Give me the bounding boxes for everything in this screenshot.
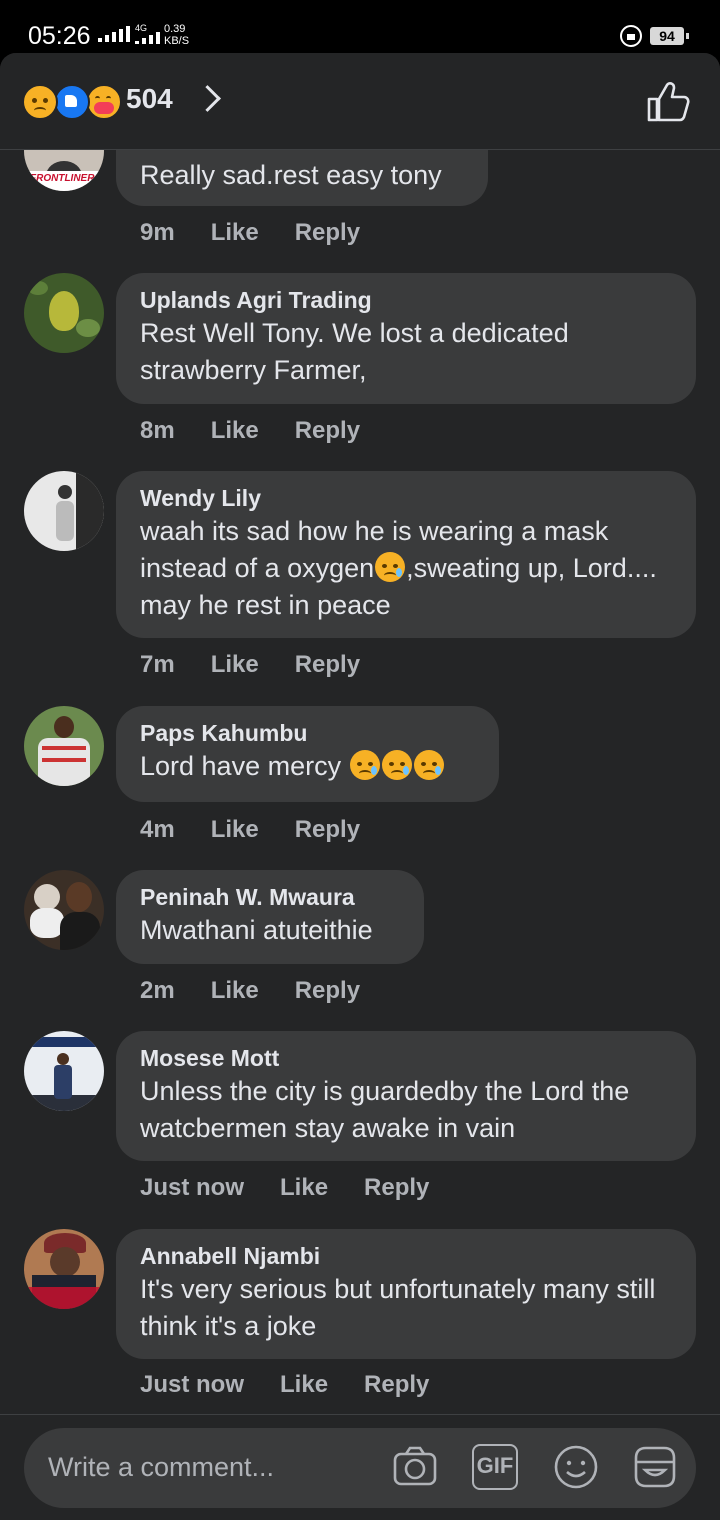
comment-text: Really sad.rest easy tony: [140, 160, 442, 190]
comment-text: It's very serious but unfortunately many…: [140, 1274, 656, 1341]
comment-bubble[interactable]: Peninah W. Mwaura Mwathani atuteithie: [116, 870, 424, 964]
sticker-icon[interactable]: [632, 1444, 678, 1490]
status-time: 05:26: [28, 22, 91, 50]
commenter-name[interactable]: Peninah W. Mwaura: [140, 882, 400, 912]
commenter-name[interactable]: Annabell Njambi: [140, 1241, 672, 1271]
avatar[interactable]: [24, 273, 104, 353]
avatar[interactable]: [24, 870, 104, 950]
avatar[interactable]: [24, 1229, 104, 1309]
care-emoji-icon: [86, 84, 122, 120]
comment-time: 9m: [140, 219, 175, 246]
speed-unit: KB/S: [164, 35, 190, 47]
comment-time: Just now: [140, 1174, 245, 1201]
comment-composer-bar: Write a comment... GIF: [0, 1414, 720, 1520]
comment-text: Mwathani atuteithie: [140, 915, 373, 945]
speed-value: 0.39: [164, 23, 186, 35]
commenter-name[interactable]: Mosese Mott: [140, 1043, 672, 1073]
like-button[interactable]: Like: [280, 1371, 328, 1398]
sad-tear-emoji-icon: [381, 750, 412, 780]
emoji-picker-icon[interactable]: [553, 1444, 599, 1490]
like-button[interactable]: Like: [211, 219, 259, 246]
reply-button[interactable]: Reply: [295, 219, 360, 246]
network-speed: 0.39 KB/S: [164, 23, 189, 47]
comment-text: waah its sad how he is wearing a mask in…: [140, 513, 672, 624]
reply-button[interactable]: Reply: [364, 1371, 429, 1398]
comment-meta: Just now Like Reply: [140, 1371, 465, 1399]
sad-emoji-icon: [22, 84, 58, 120]
comment-text: Rest Well Tony. We lost a dedicated stra…: [140, 318, 569, 385]
signal-icon-2: [135, 32, 160, 44]
reply-button[interactable]: Reply: [295, 977, 360, 1004]
comment-time: Just now: [140, 1371, 245, 1398]
thumbs-up-icon[interactable]: [646, 81, 690, 123]
comment-meta: 8m Like Reply: [140, 417, 396, 445]
reply-button[interactable]: Reply: [295, 651, 360, 678]
sad-tear-emoji-icon: [413, 750, 444, 780]
like-reaction-icon: [54, 84, 90, 120]
reply-button[interactable]: Reply: [295, 417, 360, 444]
chevron-right-icon[interactable]: [194, 85, 221, 112]
sad-tear-emoji-icon: [349, 750, 380, 780]
comment-meta: 2m Like Reply: [140, 977, 396, 1005]
comment-time: 7m: [140, 651, 175, 678]
reply-button[interactable]: Reply: [295, 816, 360, 843]
like-button[interactable]: Like: [211, 651, 259, 678]
comment-time: 2m: [140, 977, 175, 1004]
rotation-lock-icon: [620, 25, 642, 47]
signal-icon: [98, 26, 130, 42]
commenter-name[interactable]: Paps Kahumbu: [140, 718, 475, 748]
like-button[interactable]: Like: [211, 816, 259, 843]
status-bar: 05:26 4G 0.39 KB/S 94: [0, 0, 720, 58]
comment-text-part: Lord have mercy: [140, 751, 349, 781]
comment-time: 4m: [140, 816, 175, 843]
reaction-bar[interactable]: 504: [0, 53, 720, 150]
comment-text: Lord have mercy: [140, 748, 475, 785]
battery-icon: 94: [650, 27, 689, 45]
comment-text: Unless the city is guardedby the Lord th…: [140, 1076, 630, 1143]
like-button[interactable]: Like: [211, 417, 259, 444]
comment-meta: 7m Like Reply: [140, 651, 396, 679]
avatar[interactable]: [24, 1031, 104, 1111]
sad-tear-emoji-icon: [375, 552, 406, 582]
avatar-logo-text: FRONTLINER: [30, 173, 95, 184]
avatar[interactable]: [24, 706, 104, 786]
comment-meta: Just now Like Reply: [140, 1174, 465, 1202]
camera-icon[interactable]: [392, 1444, 438, 1490]
reaction-count[interactable]: 504: [126, 83, 173, 115]
comment-bubble[interactable]: Uplands Agri Trading Rest Well Tony. We …: [116, 273, 696, 404]
gif-icon[interactable]: GIF: [472, 1444, 518, 1490]
like-button[interactable]: Like: [211, 977, 259, 1004]
comment-meta: 9m Like Reply: [140, 219, 396, 247]
reply-button[interactable]: Reply: [364, 1174, 429, 1201]
comment-time: 8m: [140, 417, 175, 444]
commenter-name[interactable]: Wendy Lily: [140, 483, 672, 513]
comment-placeholder[interactable]: Write a comment...: [48, 1452, 274, 1483]
comment-bubble[interactable]: Mosese Mott Unless the city is guardedby…: [116, 1031, 696, 1161]
like-button[interactable]: Like: [280, 1174, 328, 1201]
comment-meta: 4m Like Reply: [140, 816, 396, 844]
avatar[interactable]: [24, 471, 104, 551]
comments-sheet: 504 FRONTLINER Really sad.rest easy tony…: [0, 53, 720, 1520]
comment-bubble[interactable]: Annabell Njambi It's very serious but un…: [116, 1229, 696, 1359]
commenter-name[interactable]: Uplands Agri Trading: [140, 285, 672, 315]
comment-bubble[interactable]: Paps Kahumbu Lord have mercy: [116, 706, 499, 802]
comment-input[interactable]: Write a comment... GIF: [24, 1428, 696, 1508]
comment-bubble[interactable]: Wendy Lily waah its sad how he is wearin…: [116, 471, 696, 638]
